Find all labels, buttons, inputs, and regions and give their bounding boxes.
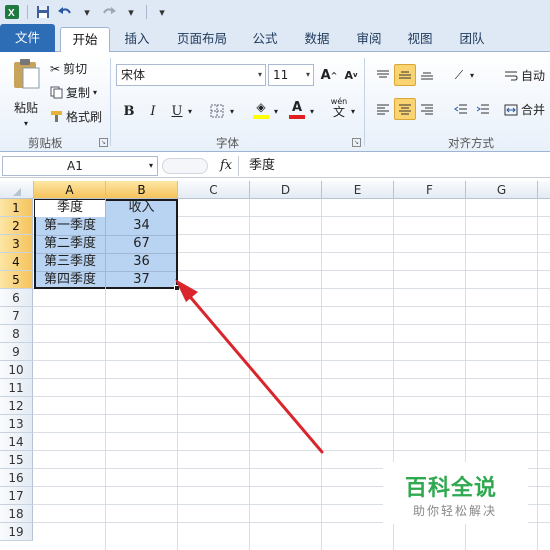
watermark-title: 百科全说 [405,476,498,501]
watermark: 百科全说 助你轻松解决 [383,462,528,524]
watermark-subtitle: 助你轻松解决 [413,504,498,518]
